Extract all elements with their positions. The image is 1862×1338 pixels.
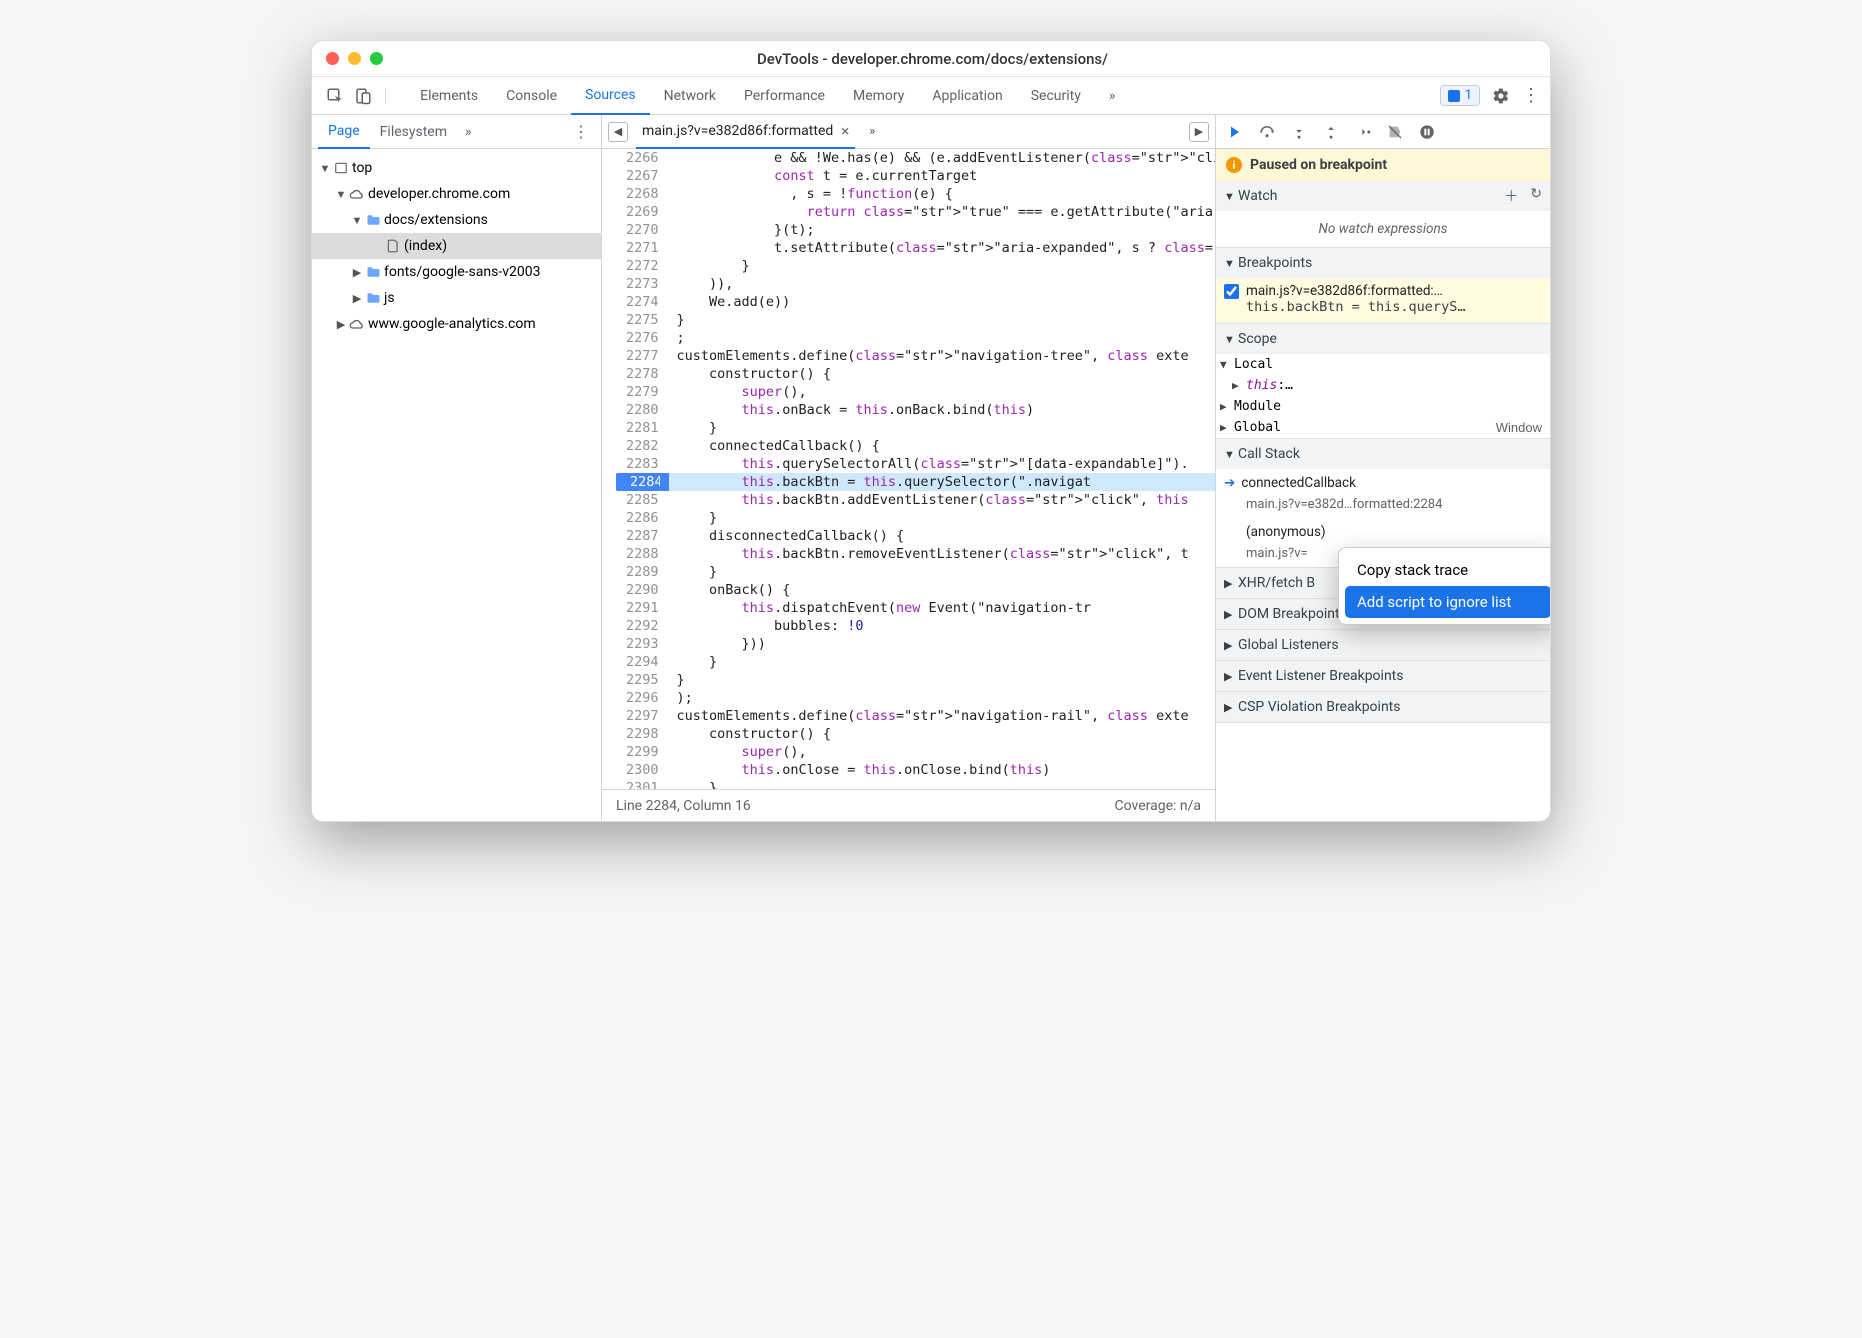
main-tab-bar: │ Elements Console Sources Network Perfo… — [312, 77, 1550, 115]
breakpoint-code-snippet: this.backBtn = this.queryS… — [1224, 299, 1542, 315]
tree-node-folder-fonts[interactable]: ▶ fonts/google-sans-v2003 — [312, 259, 601, 285]
section-head-event-listeners[interactable]: ▶Event Listener Breakpoints — [1216, 661, 1550, 691]
refresh-watch-icon[interactable]: ↻ — [1530, 186, 1542, 206]
watch-empty-text: No watch expressions — [1216, 211, 1550, 247]
tab-network[interactable]: Network — [650, 77, 730, 115]
tab-security[interactable]: Security — [1017, 77, 1095, 115]
tree-node-top[interactable]: ▼ top — [312, 155, 601, 181]
inspect-element-icon[interactable] — [326, 87, 344, 105]
line-number-gutter[interactable]: 2266226722682269227022712272227322742275… — [602, 149, 669, 789]
section-watch: ▼Watch ＋ ↻ No watch expressions — [1216, 181, 1550, 248]
editor-tabs-overflow-icon[interactable]: » — [863, 124, 881, 139]
call-stack-location: main.js?v=e382d…formatted:2284 — [1224, 497, 1540, 512]
settings-gear-icon[interactable] — [1492, 87, 1510, 105]
scope-local[interactable]: ▼Local — [1216, 354, 1550, 375]
navigator-tabs-overflow-icon[interactable]: » — [457, 115, 480, 149]
tab-elements[interactable]: Elements — [406, 77, 492, 115]
section-head-call-stack[interactable]: ▼Call Stack — [1216, 439, 1550, 469]
cloud-icon — [348, 318, 366, 330]
current-frame-arrow-icon: ➔ — [1224, 475, 1235, 491]
traffic-lights — [326, 52, 383, 65]
editor-file-tab[interactable]: main.js?v=e382d86f:formatted × — [636, 115, 855, 149]
prev-tab-icon[interactable]: ◀ — [608, 122, 628, 142]
pause-on-exceptions-icon[interactable] — [1418, 123, 1436, 141]
devtools-window: DevTools - developer.chrome.com/docs/ext… — [311, 40, 1551, 822]
cloud-icon — [348, 188, 366, 200]
window-close-button[interactable] — [326, 52, 339, 65]
breakpoint-item[interactable]: main.js?v=e382d86f:formatted:… this.back… — [1216, 278, 1550, 323]
call-stack-frame-0[interactable]: ➔connectedCallback main.js?v=e382d…forma… — [1216, 469, 1550, 518]
paused-message: Paused on breakpoint — [1250, 157, 1387, 173]
menu-item-add-to-ignore-list[interactable]: Add script to ignore list — [1345, 586, 1551, 618]
paused-banner: i Paused on breakpoint — [1216, 149, 1550, 181]
folder-icon — [364, 214, 382, 226]
section-head-global-listeners[interactable]: ▶Global Listeners — [1216, 630, 1550, 660]
tab-application[interactable]: Application — [918, 77, 1016, 115]
add-watch-icon[interactable]: ＋ — [1504, 186, 1518, 206]
editor-tab-bar: ◀ main.js?v=e382d86f:formatted × » ▶ — [602, 115, 1215, 149]
resume-icon[interactable] — [1226, 123, 1244, 141]
cursor-position: Line 2284, Column 16 — [616, 798, 751, 814]
folder-icon — [364, 292, 382, 304]
section-head-breakpoints[interactable]: ▼Breakpoints — [1216, 248, 1550, 278]
debugger-toolbar — [1216, 115, 1550, 149]
tab-memory[interactable]: Memory — [839, 77, 918, 115]
tabs-overflow-icon[interactable]: » — [1095, 77, 1130, 115]
tree-node-index[interactable]: (index) — [312, 233, 601, 259]
device-toggle-icon[interactable] — [354, 87, 372, 105]
window-minimize-button[interactable] — [348, 52, 361, 65]
navigator-kebab-icon[interactable]: ⋮ — [567, 122, 595, 141]
deactivate-breakpoints-icon[interactable] — [1386, 123, 1404, 141]
window-zoom-button[interactable] — [370, 52, 383, 65]
step-over-icon[interactable] — [1258, 123, 1276, 141]
navigator-panel: Page Filesystem » ⋮ ▼ top ▼ developer.ch… — [312, 115, 602, 821]
tree-node-domain[interactable]: ▼ developer.chrome.com — [312, 181, 601, 207]
scope-module[interactable]: ▶Module — [1216, 396, 1550, 417]
step-icon[interactable] — [1354, 123, 1372, 141]
titlebar: DevTools - developer.chrome.com/docs/ext… — [312, 41, 1550, 77]
step-out-icon[interactable] — [1322, 123, 1340, 141]
breakpoint-file-label: main.js?v=e382d86f:formatted:… — [1246, 283, 1443, 299]
code-content[interactable]: e && !We.has(e) && (e.addEventListener(c… — [669, 149, 1215, 789]
breakpoint-checkbox[interactable] — [1224, 284, 1239, 299]
tab-console[interactable]: Console — [492, 77, 571, 115]
scope-global[interactable]: ▶GlobalWindow — [1216, 417, 1550, 438]
issues-icon — [1448, 90, 1460, 102]
status-bar: Line 2284, Column 16 Coverage: n/a — [602, 789, 1215, 821]
section-scope: ▼Scope ▼Local ▶this: … ▶Module ▶GlobalWi… — [1216, 324, 1550, 439]
editor-panel: ◀ main.js?v=e382d86f:formatted × » ▶ 226… — [602, 115, 1215, 821]
context-menu: Copy stack trace Add script to ignore li… — [1338, 547, 1551, 625]
tree-node-folder-docs[interactable]: ▼ docs/extensions — [312, 207, 601, 233]
issues-count: 1 — [1465, 88, 1472, 103]
menu-item-copy-stack-trace[interactable]: Copy stack trace — [1345, 554, 1551, 586]
folder-icon — [364, 266, 382, 278]
section-head-csp[interactable]: ▶CSP Violation Breakpoints — [1216, 692, 1550, 722]
debugger-panel: i Paused on breakpoint ▼Watch ＋ ↻ No wat… — [1215, 115, 1550, 821]
navigator-tab-filesystem[interactable]: Filesystem — [370, 115, 457, 149]
next-tab-icon[interactable]: ▶ — [1189, 122, 1209, 142]
info-icon: i — [1226, 157, 1242, 173]
frame-icon — [332, 161, 350, 175]
coverage-status: Coverage: n/a — [1115, 798, 1201, 814]
tree-node-domain2[interactable]: ▶ www.google-analytics.com — [312, 311, 601, 337]
section-breakpoints: ▼Breakpoints main.js?v=e382d86f:formatte… — [1216, 248, 1550, 324]
window-title: DevTools - developer.chrome.com/docs/ext… — [383, 50, 1482, 68]
document-icon — [384, 239, 402, 253]
tab-sources[interactable]: Sources — [571, 77, 650, 115]
section-head-watch[interactable]: ▼Watch ＋ ↻ — [1216, 181, 1550, 211]
close-tab-icon[interactable]: × — [841, 122, 849, 140]
tree-node-folder-js[interactable]: ▶ js — [312, 285, 601, 311]
editor-file-tab-label: main.js?v=e382d86f:formatted — [642, 123, 833, 139]
navigator-tab-page[interactable]: Page — [318, 115, 370, 149]
kebab-menu-icon[interactable]: ⋮ — [1522, 85, 1540, 106]
issues-badge[interactable]: 1 — [1440, 85, 1480, 106]
tab-performance[interactable]: Performance — [730, 77, 839, 115]
file-tree: ▼ top ▼ developer.chrome.com ▼ docs/exte… — [312, 149, 601, 343]
section-head-scope[interactable]: ▼Scope — [1216, 324, 1550, 354]
step-into-icon[interactable] — [1290, 123, 1308, 141]
scope-this[interactable]: ▶this: … — [1216, 375, 1550, 396]
